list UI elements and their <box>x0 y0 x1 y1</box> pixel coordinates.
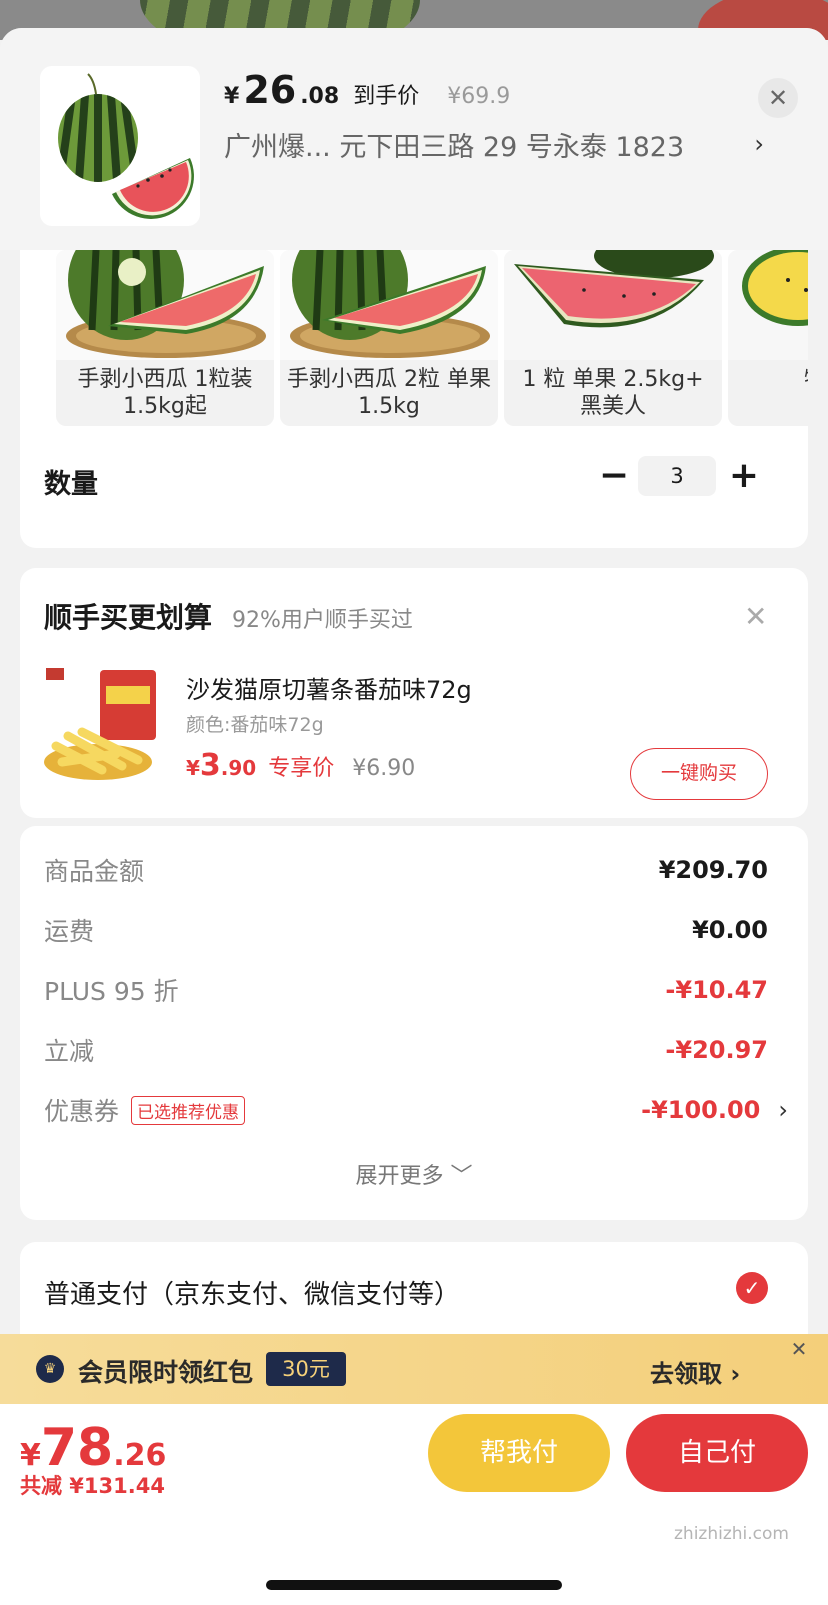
variant-label: 手剥小西瓜 1粒装 1.5kg起 <box>77 367 253 419</box>
upsell-price-decimal: .90 <box>220 756 257 780</box>
variant-image <box>728 250 808 360</box>
close-button[interactable]: ✕ <box>758 78 798 118</box>
pay-myself-button[interactable]: 自己付 <box>626 1414 808 1492</box>
summary-label: 商品金额 <box>44 857 145 886</box>
upsell-subtitle: 92%用户顺手买过 <box>232 608 413 633</box>
total-savings: 共减 ¥131.44 <box>20 1474 165 1498</box>
coupon-value-group: -¥100.00 › <box>641 1096 788 1124</box>
final-price-label: 到手价 <box>353 84 420 109</box>
upsell-card: 顺手买更划算 92%用户顺手买过 ✕ 沙发猫原切薯条番茄味72g 颜色:番茄味7… <box>20 568 808 818</box>
spec-card: 手剥小西瓜 1粒装 1.5kg起 手剥小西瓜 2粒 单果1.5kg 1 粒 单果… <box>20 228 808 548</box>
chevron-right-icon: › <box>778 1096 788 1124</box>
summary-label: 立减 <box>44 1037 95 1066</box>
quantity-increase-button[interactable]: + <box>722 454 766 498</box>
summary-value: -¥100.00 <box>641 1096 761 1124</box>
upsell-original-price: ¥6.90 <box>352 756 416 781</box>
summary-row-subtotal: 商品金额 ¥209.70 <box>44 850 768 890</box>
summary-value: ¥209.70 <box>658 856 768 884</box>
claim-link[interactable]: 去领取 › <box>650 1354 740 1389</box>
total-currency: ¥ <box>20 1438 41 1473</box>
payment-method-label[interactable]: 普通支付（京东支付、微信支付等） <box>44 1274 460 1311</box>
promo-close-icon[interactable]: ✕ <box>786 1336 812 1362</box>
upsell-price-row: ¥ 3 .90 专享价 ¥6.90 <box>186 748 415 783</box>
one-click-buy-button[interactable]: 一键购买 <box>630 748 768 800</box>
summary-value: -¥20.97 <box>665 1036 768 1064</box>
summary-row-plus-discount: PLUS 95 折 -¥10.47 <box>44 970 768 1010</box>
delivery-address[interactable]: 广州爆... 元下田三路 29 号永泰 1823 › <box>224 124 764 164</box>
total-price: ¥ 78 .26 <box>20 1418 166 1478</box>
upsell-price-label: 专享价 <box>268 756 335 781</box>
upsell-price-currency: ¥ <box>186 756 200 780</box>
expand-more-button[interactable]: 展开更多 ﹀ <box>20 1158 808 1190</box>
summary-row-shipping: 运费 ¥0.00 <box>44 910 768 950</box>
upsell-close-icon[interactable]: ✕ <box>744 600 767 633</box>
variant-list[interactable]: 手剥小西瓜 1粒装 1.5kg起 手剥小西瓜 2粒 单果1.5kg 1 粒 单果… <box>56 250 808 426</box>
summary-row-instant-discount: 立减 -¥20.97 <box>44 1030 768 1070</box>
summary-label: 优惠券 <box>44 1097 120 1126</box>
variant-image <box>56 250 274 360</box>
sheet-header: ¥ 26 .08 到手价 ¥69.9 广州爆... 元下田三路 29 号永泰 1… <box>0 28 828 250</box>
price-integer: 26 <box>243 68 297 112</box>
variant-option[interactable]: 手剥小西瓜 1粒装 1.5kg起 <box>56 250 274 426</box>
price-currency: ¥ <box>224 84 240 109</box>
original-price: ¥69.9 <box>447 84 511 109</box>
home-indicator <box>266 1580 562 1590</box>
product-thumbnail <box>40 66 200 226</box>
quantity-decrease-button[interactable]: − <box>592 454 636 498</box>
member-promo-bar[interactable]: ♛ 会员限时领红包 30元 去领取 › ✕ <box>0 1334 828 1404</box>
summary-value: -¥10.47 <box>665 976 768 1004</box>
variant-label: 1 粒 单果 2.5kg+ 黑美人 <box>522 367 704 419</box>
total-integer: 78 <box>40 1418 114 1478</box>
price-row: ¥ 26 .08 到手价 ¥69.9 <box>224 68 510 114</box>
pay-for-me-button[interactable]: 帮我付 <box>428 1414 610 1492</box>
checkmark-icon[interactable]: ✓ <box>736 1272 768 1304</box>
watermark: zhizhizhi.com <box>674 1524 789 1544</box>
summary-label: PLUS 95 折 <box>44 977 179 1006</box>
chevron-right-icon: › <box>754 130 764 158</box>
coupon-tag: 已选推荐优惠 <box>131 1095 246 1125</box>
variant-option[interactable]: 1 粒 单果 2.5kg+ 黑美人 <box>504 250 722 426</box>
summary-label: 运费 <box>44 917 95 946</box>
upsell-product-variant: 颜色:番茄味72g <box>186 714 324 736</box>
promo-amount-badge: 30元 <box>266 1352 346 1386</box>
summary-value: ¥0.00 <box>692 916 768 944</box>
variant-option[interactable]: 特小凤 <box>728 250 808 426</box>
address-text: 广州爆... 元下田三路 29 号永泰 1823 <box>224 131 685 163</box>
total-decimal: .26 <box>113 1438 167 1473</box>
order-summary-card: 商品金额 ¥209.70 运费 ¥0.00 PLUS 95 折 -¥10.47 … <box>20 826 808 1220</box>
variant-option[interactable]: 手剥小西瓜 2粒 单果1.5kg <box>280 250 498 426</box>
upsell-price-integer: 3 <box>199 748 221 783</box>
variant-label: 特小凤 <box>732 366 808 393</box>
crown-icon: ♛ <box>36 1355 64 1383</box>
promo-text: 会员限时领红包 <box>78 1358 254 1387</box>
variant-label: 手剥小西瓜 2粒 单果1.5kg <box>287 367 491 419</box>
variant-image <box>280 250 498 360</box>
quantity-input[interactable]: 3 <box>638 456 716 496</box>
upsell-product-name: 沙发猫原切薯条番茄味72g <box>186 676 472 704</box>
upsell-product-image <box>42 666 158 782</box>
quantity-label: 数量 <box>44 469 98 500</box>
upsell-title: 顺手买更划算 <box>44 601 213 634</box>
variant-image <box>504 250 722 360</box>
price-decimal: .08 <box>300 84 340 109</box>
coupon-label-group: 优惠券 已选推荐优惠 <box>44 1092 246 1128</box>
summary-row-coupon[interactable]: 优惠券 已选推荐优惠 -¥100.00 › <box>44 1090 788 1130</box>
checkout-bottom-bar: ¥ 78 .26 共减 ¥131.44 帮我付 自己付 zhizhizhi.co… <box>0 1404 828 1605</box>
